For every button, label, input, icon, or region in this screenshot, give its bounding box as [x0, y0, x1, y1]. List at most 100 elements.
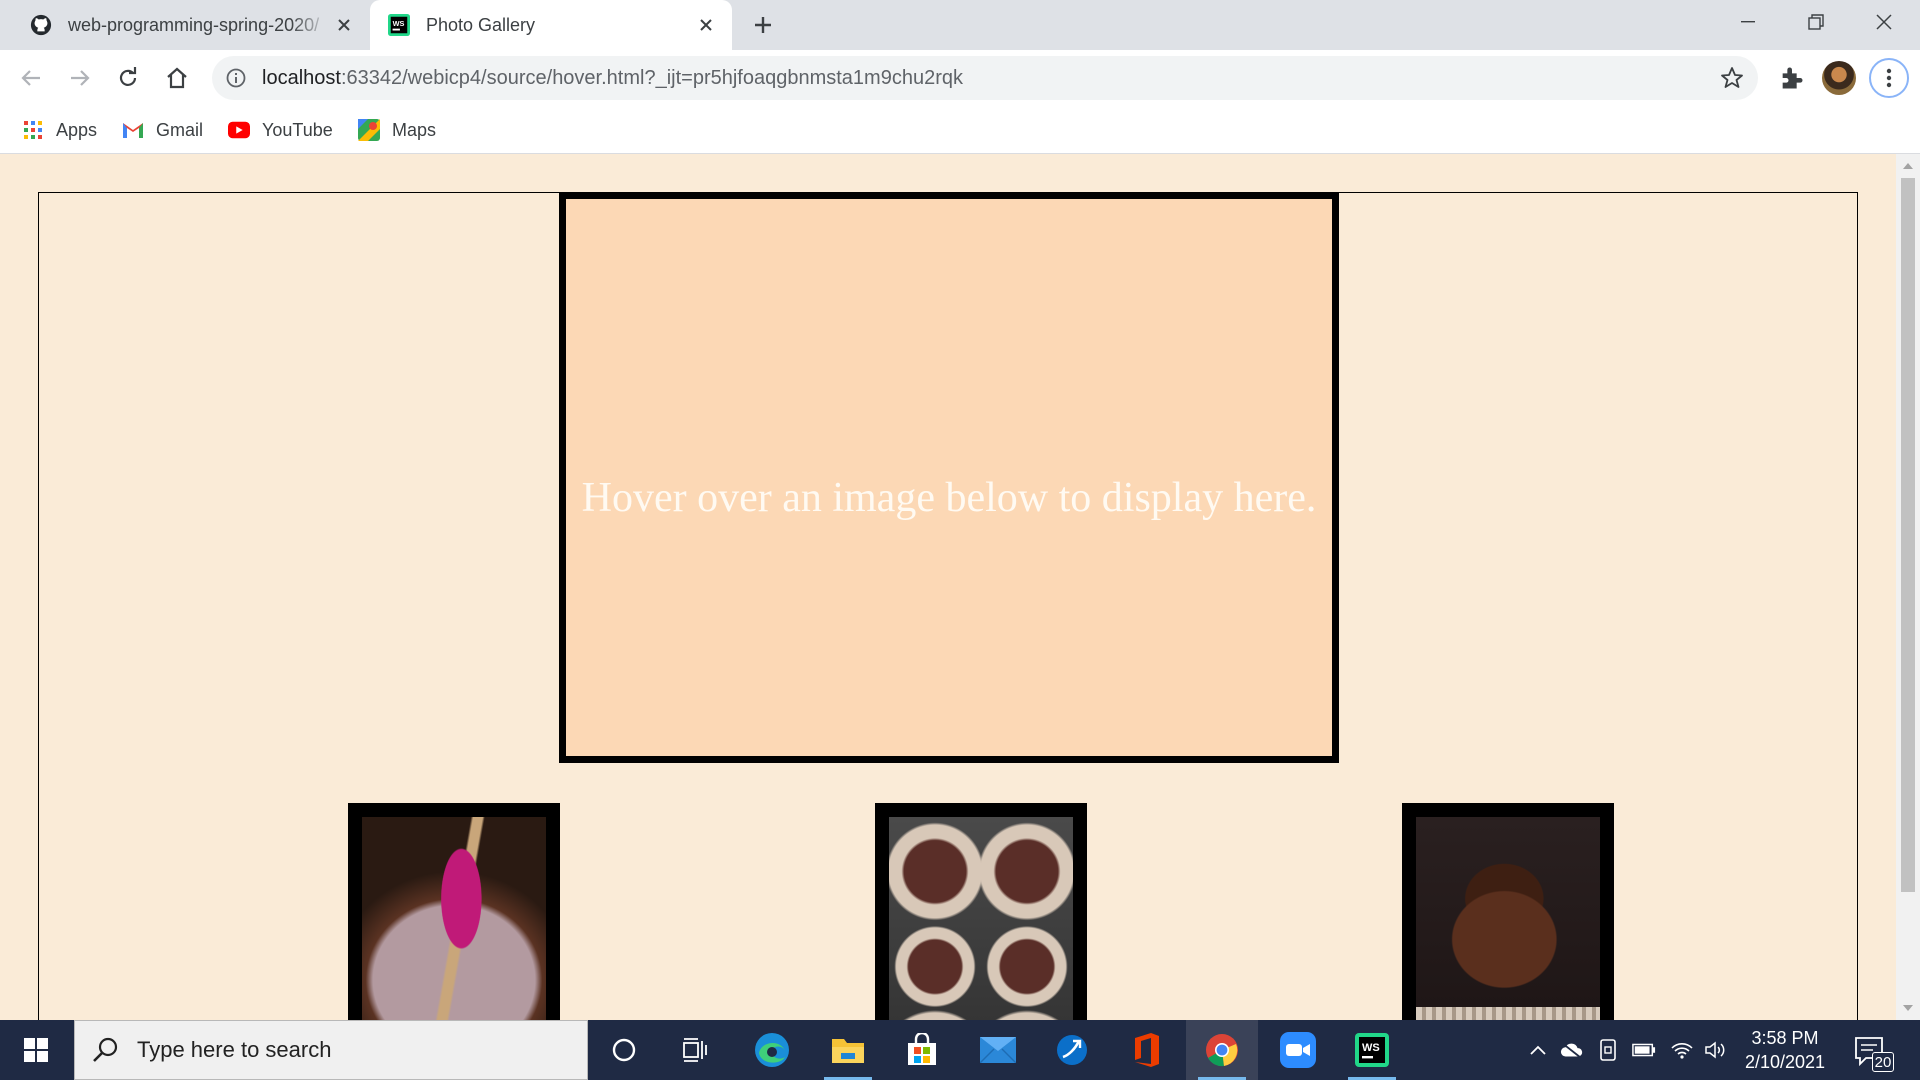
bookmark-label: Apps [56, 119, 98, 140]
maps-icon [358, 119, 380, 141]
chevron-up-icon [1530, 1045, 1546, 1055]
tab-title: web-programming-spring-2020/ [68, 14, 320, 35]
app-taskbar-button[interactable] [1036, 1020, 1108, 1080]
info-icon[interactable] [226, 68, 246, 88]
back-button[interactable] [14, 61, 48, 95]
clock-date: 2/10/2021 [1744, 1052, 1826, 1072]
home-icon [167, 67, 187, 89]
file-explorer-taskbar-button[interactable] [812, 1020, 884, 1080]
plus-icon [755, 17, 771, 33]
github-icon [30, 14, 52, 36]
more-vertical-icon [1886, 68, 1892, 88]
cupcake-photo[interactable] [1416, 817, 1600, 1020]
gallery-container: Hover over an image below to display her… [38, 192, 1858, 1020]
minimize-icon [1741, 21, 1755, 23]
restore-icon [1808, 14, 1824, 30]
mail-taskbar-button[interactable] [962, 1020, 1034, 1080]
clock-time: 3:58 PM [1751, 1028, 1819, 1048]
taskbar-search[interactable]: Type here to search [74, 1020, 588, 1080]
new-tab-button[interactable] [748, 10, 778, 40]
bookmark-maps[interactable]: Maps [358, 116, 436, 144]
home-button[interactable] [160, 61, 194, 95]
menu-button[interactable] [1869, 58, 1909, 98]
url-host: localhost [262, 67, 341, 89]
battery-tray-button[interactable] [1632, 1038, 1656, 1062]
extensions-icon[interactable] [1778, 64, 1806, 92]
bookmark-youtube[interactable]: YouTube [228, 116, 333, 144]
windows-taskbar: Type here to search WS 3:58 PM 2/10/2021… [0, 1020, 1920, 1080]
cortana-button[interactable] [588, 1020, 660, 1080]
task-view-button[interactable] [660, 1020, 732, 1080]
device-tray-button[interactable] [1596, 1038, 1620, 1062]
tab-photo-gallery[interactable]: WS Photo Gallery [370, 0, 732, 50]
close-icon[interactable] [692, 11, 720, 39]
tab-github[interactable]: web-programming-spring-2020/ [12, 0, 370, 50]
office-taskbar-button[interactable] [1110, 1020, 1182, 1080]
zoom-taskbar-button[interactable] [1262, 1020, 1334, 1080]
url-path: :63342/webicp4/source/hover.html?_ijt=pr… [340, 67, 963, 89]
gmail-icon [122, 119, 144, 141]
bookmark-label: YouTube [262, 119, 333, 140]
apps-grid-icon [22, 119, 44, 141]
image-display-area: Hover over an image below to display her… [559, 192, 1339, 763]
svg-text:WS: WS [1362, 1042, 1380, 1054]
arrow-right-icon [71, 70, 90, 86]
tab-strip: web-programming-spring-2020/ WS Photo Ga… [0, 0, 1920, 50]
store-taskbar-button[interactable] [886, 1020, 958, 1080]
bookmark-label: Maps [392, 119, 437, 140]
close-window-button[interactable] [1850, 0, 1918, 44]
show-hidden-icons-button[interactable] [1526, 1038, 1550, 1062]
gallery-thumbnail[interactable] [1402, 803, 1614, 1020]
taskbar-clock[interactable]: 3:58 PM 2/10/2021 [1730, 1026, 1840, 1074]
muffin-tin-photo[interactable] [889, 817, 1073, 1020]
store-icon [908, 1033, 936, 1065]
app-icon [1057, 1035, 1087, 1065]
chrome-icon [1206, 1034, 1238, 1067]
address-bar[interactable]: localhost:63342/webicp4/source/hover.htm… [212, 56, 1758, 100]
close-icon[interactable] [330, 11, 358, 39]
search-icon [93, 1037, 118, 1062]
scroll-up-icon[interactable] [1902, 160, 1914, 172]
scroll-down-icon[interactable] [1902, 1002, 1914, 1014]
webstorm-icon: WS [388, 14, 410, 36]
bookmark-apps[interactable]: Apps [22, 116, 97, 144]
restore-button[interactable] [1782, 0, 1850, 44]
search-placeholder: Type here to search [137, 1037, 332, 1062]
browser-toolbar: localhost:63342/webicp4/source/hover.htm… [0, 50, 1920, 106]
gallery-thumbnail[interactable] [348, 803, 560, 1020]
chrome-taskbar-button[interactable] [1186, 1020, 1258, 1080]
bookmark-star-icon[interactable] [1720, 66, 1744, 90]
onedrive-tray-button[interactable] [1560, 1038, 1584, 1062]
reload-button[interactable] [111, 61, 145, 95]
battery-icon [1632, 1043, 1656, 1057]
display-message: Hover over an image below to display her… [581, 474, 1317, 521]
start-button[interactable] [0, 1020, 72, 1080]
vertical-scrollbar[interactable] [1896, 154, 1920, 1020]
webstorm-icon: WS [1355, 1033, 1389, 1067]
cloud-offline-icon [1560, 1042, 1583, 1059]
forward-button[interactable] [63, 61, 97, 95]
scrollbar-thumb[interactable] [1901, 178, 1915, 892]
webstorm-taskbar-button[interactable]: WS [1336, 1020, 1408, 1080]
url-text[interactable]: localhost:63342/webicp4/source/hover.htm… [262, 67, 963, 90]
tab-title: Photo Gallery [426, 14, 536, 35]
office-icon [1135, 1033, 1159, 1067]
edge-taskbar-button[interactable] [736, 1020, 808, 1080]
zoom-icon [1280, 1032, 1316, 1068]
gallery-thumbnail[interactable] [875, 803, 1087, 1020]
profile-avatar[interactable] [1822, 61, 1856, 95]
batter-photo[interactable] [362, 817, 546, 1020]
youtube-icon [228, 119, 250, 141]
bookmark-gmail[interactable]: Gmail [122, 116, 203, 144]
close-icon [1876, 14, 1892, 30]
reload-icon [119, 67, 137, 86]
wifi-tray-button[interactable] [1670, 1038, 1694, 1062]
windows-logo-icon [24, 1038, 48, 1062]
volume-tray-button[interactable] [1704, 1038, 1728, 1062]
mail-icon [980, 1037, 1016, 1063]
device-icon [1600, 1039, 1616, 1061]
file-explorer-icon [832, 1039, 864, 1063]
task-view-icon [683, 1038, 707, 1062]
minimize-button[interactable] [1714, 0, 1782, 44]
cortana-icon [612, 1038, 636, 1062]
